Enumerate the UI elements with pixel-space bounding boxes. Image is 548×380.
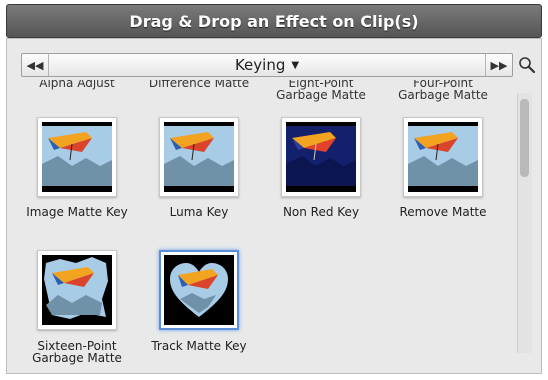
effect-tile-remove-matte[interactable]: Remove Matte [382,117,504,229]
window-titlebar: Drag & Drop an Effect on Clip(s) [6,4,542,38]
effect-tile-luma-key[interactable]: Luma Key [138,117,260,229]
hang-glider-image [42,122,112,192]
effect-thumbnail-selected [159,250,239,330]
effect-label: Remove Matte [399,205,487,219]
effect-tile-eight-point-garbage-matte[interactable]: Eight-Point Garbage Matte [260,80,382,104]
effect-thumbnail [159,117,239,197]
effect-label: Image Matte Key [26,205,128,219]
effect-label: Alpha Adjust [39,80,115,90]
effect-thumbnail [281,117,361,197]
effect-label-line2: Garbage Matte [398,88,488,102]
effects-panel: ◀◀ Keying ▼ ▶▶ Alpha Adjust Difference M… [6,38,542,374]
effect-tile-four-point-garbage-matte[interactable]: Four-Point Garbage Matte [382,80,504,104]
category-label: Keying [234,56,286,74]
dropdown-caret-icon: ▼ [291,59,300,71]
search-button[interactable] [516,54,538,76]
heart-matte-image [164,255,234,325]
skip-forward-icon[interactable]: ▶▶ [485,54,512,76]
window-title: Drag & Drop an Effect on Clip(s) [129,11,419,31]
hang-glider-image [408,122,478,192]
vertical-scrollbar[interactable] [517,93,532,353]
effect-thumbnail [403,117,483,197]
effect-label: Difference Matte [148,80,250,90]
effect-label: Track Matte Key [151,339,247,353]
effect-label-line2: Garbage Matte [276,88,366,102]
effect-tile-track-matte-key[interactable]: Track Matte Key [138,250,260,370]
skip-back-icon[interactable]: ◀◀ [22,54,49,76]
effect-tile-sixteen-point-garbage-matte[interactable]: Sixteen-Point Garbage Matte [16,250,138,370]
effect-label-line2: Garbage Matte [32,351,122,365]
category-navbar: ◀◀ Keying ▼ ▶▶ [21,53,513,77]
hang-glider-image [164,122,234,192]
effect-thumbnail [37,117,117,197]
hang-glider-image [286,122,356,192]
effect-tile-non-red-key[interactable]: Non Red Key [260,117,382,229]
effect-tile-difference-matte[interactable]: Difference Matte [138,80,260,104]
effect-tile-image-matte-key[interactable]: Image Matte Key [16,117,138,229]
scrollbar-thumb[interactable] [520,99,529,177]
effect-tile-alpha-adjust[interactable]: Alpha Adjust [16,80,138,104]
hang-glider-image [42,255,112,325]
category-dropdown[interactable]: Keying ▼ [48,54,486,76]
effect-label: Luma Key [169,205,229,219]
magnifier-icon [519,57,536,74]
effect-thumbnail [37,250,117,330]
effect-label: Non Red Key [282,205,360,219]
